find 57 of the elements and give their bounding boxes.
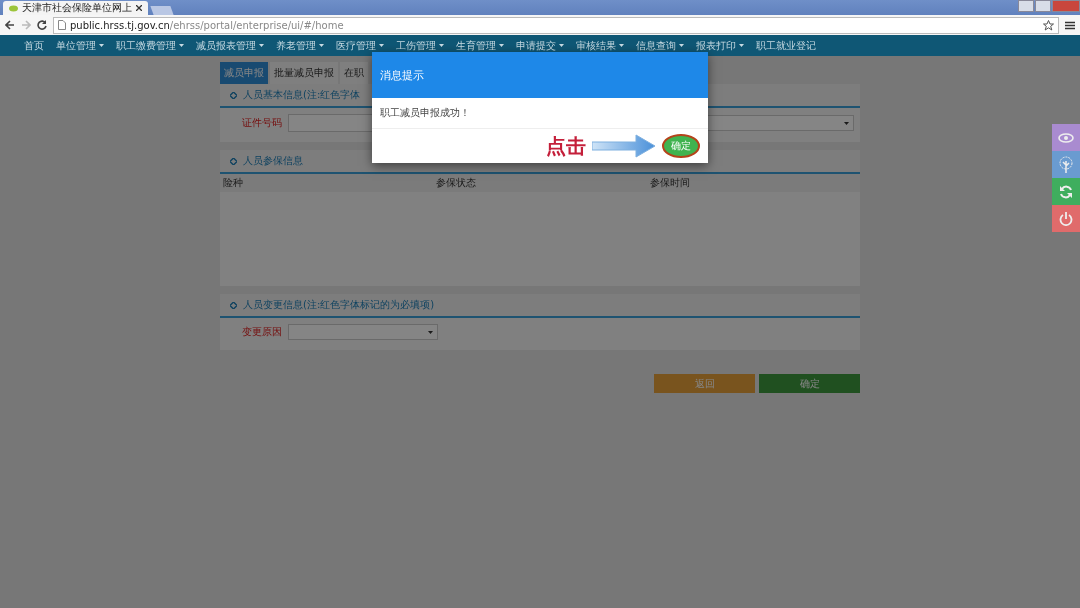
dialog-title: 消息提示: [372, 52, 708, 98]
nav-menu-item[interactable]: 职工缴费管理: [116, 38, 176, 53]
column-header: 险种: [222, 176, 244, 190]
nav-menu-item[interactable]: 养老管理: [276, 38, 316, 53]
page-icon: [58, 20, 66, 30]
page-tab[interactable]: 在职: [340, 62, 368, 84]
star-icon[interactable]: [1043, 19, 1054, 31]
nav-menu-item[interactable]: 信息查询: [636, 38, 676, 53]
power-button[interactable]: [1052, 205, 1080, 232]
nav-menu-item[interactable]: 审核结果: [576, 38, 616, 53]
tree-button[interactable]: [1052, 151, 1080, 178]
menu-icon[interactable]: [1065, 20, 1075, 30]
diamond-icon: [230, 157, 237, 165]
refresh-icon: [1059, 184, 1073, 199]
nav-menu-item[interactable]: 医疗管理: [336, 38, 376, 53]
address-bar[interactable]: public.hrss.tj.gov.cn/ehrss/portal/enterprise/ui/#/home: [53, 16, 1059, 34]
field-label: 变更原因: [241, 325, 282, 339]
reload-icon[interactable]: [37, 20, 47, 30]
eye-button[interactable]: [1052, 124, 1080, 151]
caret-icon: [428, 330, 433, 334]
column-header: 参保时间: [648, 176, 691, 190]
browser-tab[interactable]: 天津市社会保险单位网上: [3, 1, 148, 15]
minimize-button[interactable]: [1018, 0, 1034, 12]
dialog-message: 职工减员申报成功！: [372, 98, 708, 129]
refresh-button[interactable]: [1052, 178, 1080, 205]
column-header: 参保状态: [435, 176, 478, 190]
caret-icon: [844, 121, 849, 125]
maximize-button[interactable]: [1035, 0, 1051, 12]
diamond-icon: [230, 301, 237, 309]
nav-menu-item[interactable]: 申请提交: [516, 38, 556, 53]
new-tab-button[interactable]: [150, 6, 174, 15]
tree-icon: [1058, 155, 1074, 174]
nav-menu-item[interactable]: 生育管理: [456, 38, 496, 53]
diamond-icon: [230, 91, 237, 99]
nav-menu-item[interactable]: 报表打印: [696, 38, 736, 53]
nav-menu-item[interactable]: 职工就业登记: [756, 38, 816, 53]
close-icon[interactable]: [136, 5, 142, 11]
leaf-icon: [9, 4, 18, 12]
back-icon[interactable]: [5, 20, 15, 30]
power-icon: [1059, 211, 1073, 226]
select-field[interactable]: [288, 324, 438, 340]
field-label: 证件号码: [241, 116, 282, 130]
eye-icon: [1058, 132, 1074, 143]
tab-title: 天津市社会保险单位网上: [22, 1, 132, 15]
nav-menu-item[interactable]: 减员报表管理: [196, 38, 256, 53]
annotation-text: 点击: [546, 132, 586, 160]
arrow-annotation: [592, 134, 656, 158]
nav-menu-item[interactable]: 单位管理: [56, 38, 96, 53]
nav-menu-item[interactable]: 工伤管理: [396, 38, 436, 53]
section-title: 人员基本信息(注:红色字体: [243, 88, 361, 102]
url-text: public.hrss.tj.gov.cn/ehrss/portal/enterprise/ui/#/home: [70, 19, 344, 31]
forward-icon[interactable]: [21, 20, 31, 30]
page-tab[interactable]: 批量减员申报: [270, 62, 338, 84]
close-window-button[interactable]: [1052, 0, 1080, 12]
section-title: 人员参保信息: [243, 154, 303, 168]
section-title: 人员变更信息(注:红色字体标记的为必填项): [243, 298, 435, 312]
nav-menu-item[interactable]: 首页: [24, 38, 44, 53]
